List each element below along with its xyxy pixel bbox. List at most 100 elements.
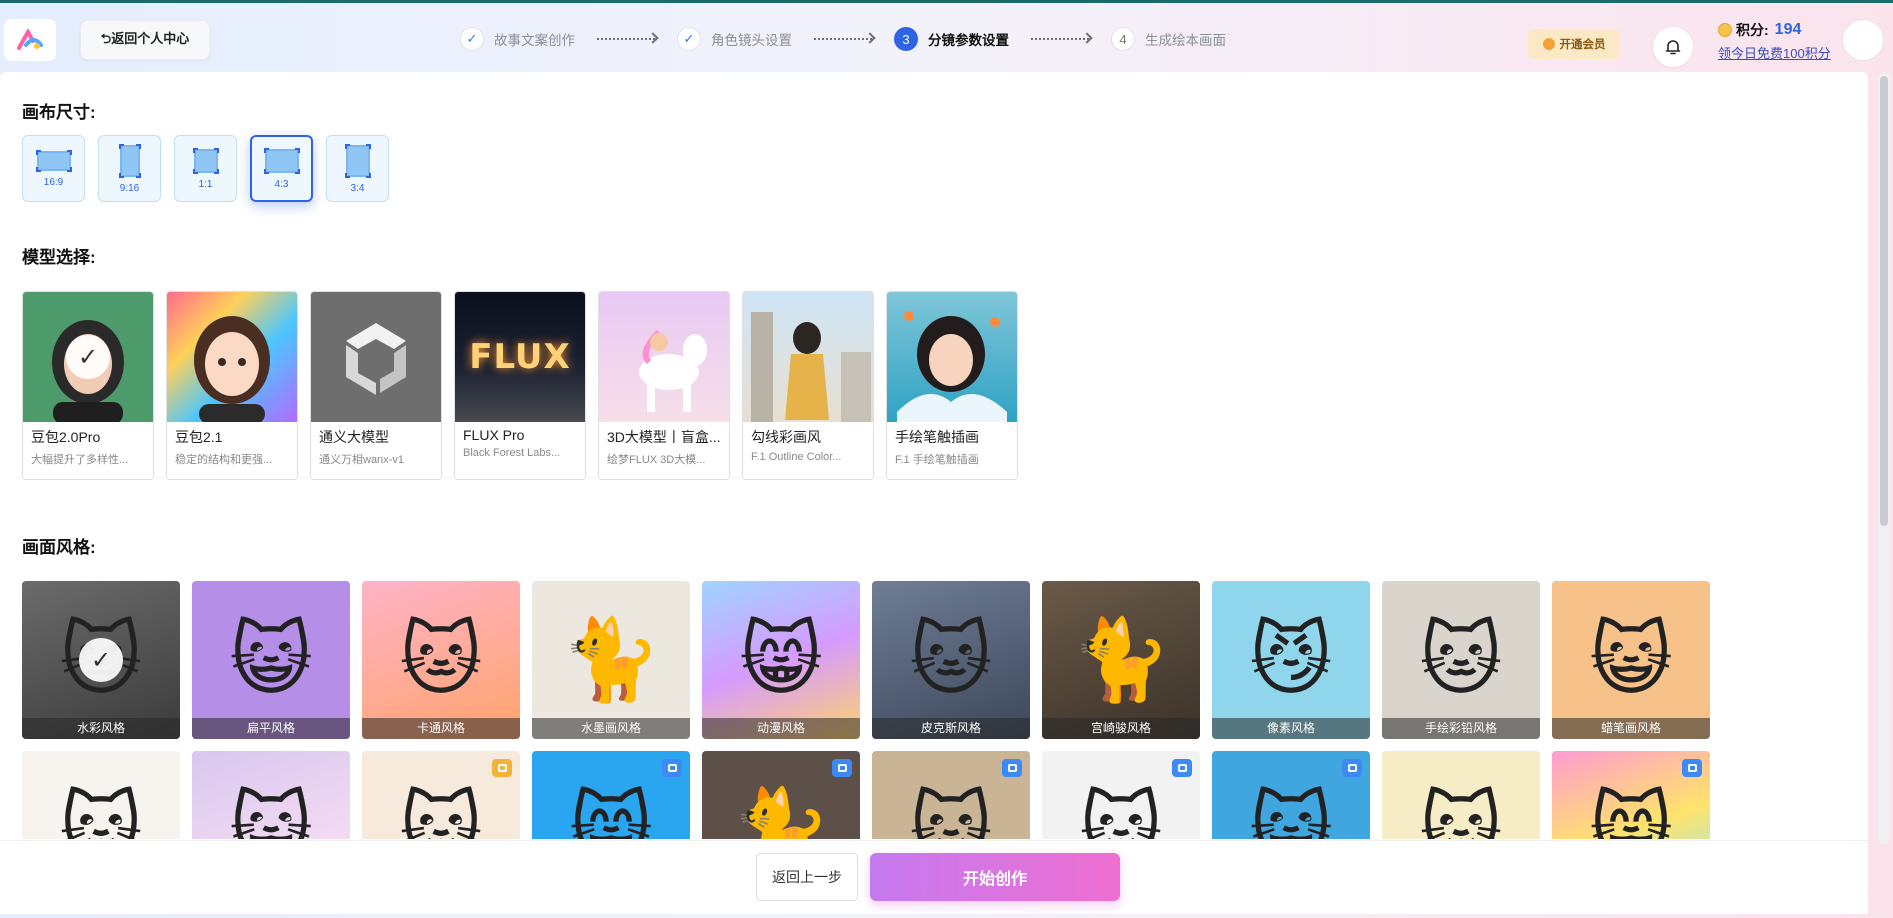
ratio-shape: [344, 144, 371, 178]
cat-icon: 🐱: [399, 785, 483, 840]
progress-steps: ✓ 故事文案创作 ✓ 角色镜头设置 3 分镜参数设置 4 生成绘本画面: [460, 26, 1226, 52]
selected-check-icon: ✓: [79, 638, 123, 682]
model-card[interactable]: ✓ 豆包2.0Pro 大幅提升了多样性...: [22, 291, 154, 480]
model-thumbnail: [743, 292, 873, 422]
lock-icon: [662, 759, 682, 777]
style-card[interactable]: 😼 像素风格: [1212, 581, 1370, 739]
step-generate: 4 生成绘本画面: [1111, 27, 1226, 51]
model-card[interactable]: 手绘笔触插画 F.1 手绘笔触插画: [886, 291, 1018, 480]
step-label: 角色镜头设置: [711, 33, 792, 48]
step-check-icon: ✓: [460, 27, 484, 51]
style-card[interactable]: 🐱 ✓ 水彩风格: [22, 581, 180, 739]
style-card[interactable]: 😸: [1552, 751, 1710, 839]
cat-pencil-icon: 🐱: [1419, 615, 1503, 704]
model-thumbnail: ✓: [23, 292, 153, 422]
ratio-9-16[interactable]: 9:16: [98, 135, 161, 202]
style-card[interactable]: 🐱: [872, 751, 1030, 839]
cat-cartoon-icon: 🐱: [399, 615, 483, 704]
cat-icon: 🐱: [909, 785, 993, 840]
street-girl-icon: [751, 312, 871, 422]
style-label: 宫崎骏风格: [1042, 718, 1200, 739]
previous-step-button[interactable]: 返回上一步: [756, 853, 858, 901]
model-card[interactable]: FLUX FLUX Pro Black Forest Labs...: [454, 291, 586, 480]
ratio-1-1[interactable]: 1:1: [174, 135, 237, 202]
style-title: 画面风格:: [22, 538, 96, 557]
back-to-profile-button[interactable]: ⮌返回个人中心: [80, 20, 210, 60]
style-card[interactable]: 😺 蜡笔画风格: [1552, 581, 1710, 739]
style-card[interactable]: 🐱: [1382, 751, 1540, 839]
model-desc: 大幅提升了多样性...: [31, 454, 129, 466]
cat-flat-icon: 😺: [229, 615, 313, 704]
style-card[interactable]: 😸: [532, 751, 690, 839]
style-card[interactable]: 😺 扁平风格: [192, 581, 350, 739]
style-card[interactable]: 🐈 宫崎骏风格: [1042, 581, 1200, 739]
step-number: 3: [894, 27, 918, 51]
style-card[interactable]: 🐱: [1042, 751, 1200, 839]
model-name: 豆包2.0Pro: [31, 429, 101, 445]
scrollbar-thumb[interactable]: [1880, 76, 1888, 526]
style-label: 水墨画风格: [532, 718, 690, 739]
model-card[interactable]: 豆包2.1 稳定的结构和更强...: [166, 291, 298, 480]
model-thumbnail: [167, 292, 297, 422]
model-card[interactable]: 勾线彩画风 F.1 Outline Color...: [742, 291, 874, 480]
style-label: 卡通风格: [362, 718, 520, 739]
style-card[interactable]: 😺: [192, 751, 350, 839]
points-value: 194: [1774, 21, 1802, 38]
model-thumbnail: [887, 292, 1017, 422]
style-card[interactable]: 🐈: [702, 751, 860, 839]
model-name: 手绘笔触插画: [895, 429, 979, 445]
cat-icon: 😺: [1249, 785, 1333, 840]
model-card[interactable]: 3D大模型丨盲盒... 绘梦FLUX 3D大模...: [598, 291, 730, 480]
style-label: 手绘彩铅风格: [1382, 718, 1540, 739]
model-name: 3D大模型丨盲盒...: [607, 429, 721, 445]
cat-icon: 🐱: [1419, 785, 1503, 840]
ratio-16-9[interactable]: 16:9: [22, 135, 85, 202]
lock-icon: [1172, 759, 1192, 777]
scrollbar[interactable]: [1878, 72, 1890, 844]
ratio-shape: [35, 150, 72, 172]
vip-button[interactable]: 开通会员: [1528, 29, 1620, 59]
canvas-size-title: 画布尺寸:: [22, 103, 96, 122]
model-name: 勾线彩画风: [751, 429, 821, 445]
logo-icon: [17, 29, 43, 50]
free-points-link[interactable]: 领今日免费100积分: [1718, 43, 1831, 62]
style-card[interactable]: 🐈 水墨画风格: [532, 581, 690, 739]
ratio-shape: [192, 148, 219, 174]
style-card[interactable]: 🐱 手绘彩铅风格: [1382, 581, 1540, 739]
app-logo[interactable]: [4, 19, 56, 61]
step-arrow: [814, 38, 872, 40]
cat-icon: 🐱: [1079, 785, 1163, 840]
ratio-label: 3:4: [350, 183, 365, 194]
style-card[interactable]: 😸 动漫风格: [702, 581, 860, 739]
style-row-partial: 🐱 😺 🐱 😸 🐈 🐱 🐱 😺 🐱 😸: [22, 751, 1722, 839]
style-card[interactable]: 😺: [1212, 751, 1370, 839]
step-label: 故事文案创作: [494, 33, 575, 48]
start-creating-button[interactable]: 开始创作: [870, 853, 1120, 901]
lock-icon: [1342, 759, 1362, 777]
style-label: 动漫风格: [702, 718, 860, 739]
ratio-shape: [263, 148, 300, 174]
step-character: ✓ 角色镜头设置: [677, 27, 792, 51]
style-card[interactable]: 🐱: [362, 751, 520, 839]
ratio-3-4[interactable]: 3:4: [326, 135, 389, 202]
flux-logo-text: FLUX: [469, 337, 571, 377]
points-label: 积分:: [1736, 22, 1769, 38]
cat-pixar-icon: 🐱: [909, 615, 993, 704]
vip-label: 开通会员: [1559, 39, 1606, 51]
model-card[interactable]: 通义大模型 通义万相wanx-v1: [310, 291, 442, 480]
cat-crayon-icon: 😺: [1589, 615, 1673, 704]
user-avatar[interactable]: [1842, 19, 1884, 61]
style-label: 扁平风格: [192, 718, 350, 739]
ratio-4-3[interactable]: 4:3: [250, 135, 313, 202]
model-list: ✓ 豆包2.0Pro 大幅提升了多样性... 豆包2.1 稳定的结构和更强...…: [22, 291, 1018, 480]
unicorn-icon: [639, 329, 707, 412]
notification-button[interactable]: [1653, 27, 1693, 67]
style-card[interactable]: 🐱 皮克斯风格: [872, 581, 1030, 739]
model-thumbnail: [599, 292, 729, 422]
model-thumbnail: FLUX: [455, 292, 585, 422]
style-row: 🐱 😺 🐱 😸 🐈 🐱 🐱 😺 🐱 😸: [22, 751, 1722, 839]
style-card[interactable]: 🐱: [22, 751, 180, 839]
illustrated-girl-icon: [897, 311, 1007, 422]
points-display: 积分: 194: [1718, 20, 1801, 40]
style-card[interactable]: 🐱 卡通风格: [362, 581, 520, 739]
